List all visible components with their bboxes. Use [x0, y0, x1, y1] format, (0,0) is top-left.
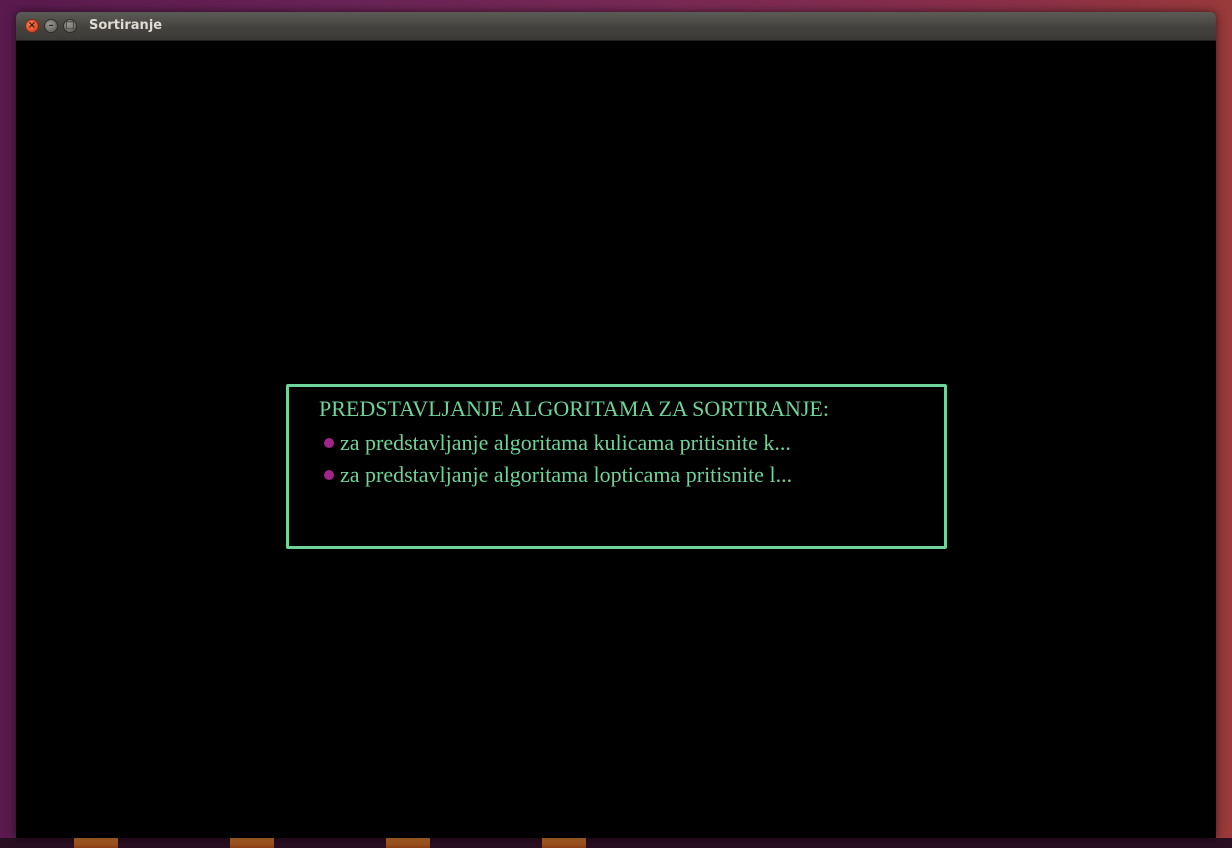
maximize-icon: □ — [65, 20, 75, 31]
dock-tile — [386, 838, 430, 848]
maximize-button[interactable]: □ — [63, 19, 77, 33]
minimize-icon: – — [48, 20, 54, 31]
window-titlebar[interactable]: × – □ Sortiranje — [16, 12, 1216, 41]
bullet-dot-icon — [324, 470, 334, 480]
dock-tile — [230, 838, 274, 848]
menu-item-label: za predstavljanje algoritama kulicama pr… — [340, 430, 791, 455]
desktop-background-strip — [0, 838, 1232, 848]
close-button[interactable]: × — [25, 19, 39, 33]
menu-item-label: za predstavljanje algoritama lopticama p… — [340, 462, 793, 487]
app-window: × – □ Sortiranje PREDSTAVLJANJE ALGORITA… — [16, 12, 1216, 838]
bullet-dot-icon — [324, 438, 334, 448]
dock-tile — [74, 838, 118, 848]
dock-tile — [542, 838, 586, 848]
menu-heading: PREDSTAVLJANJE ALGORITAMA ZA SORTIRANJE: — [319, 396, 829, 421]
window-title: Sortiranje — [89, 18, 163, 33]
minimize-button[interactable]: – — [44, 19, 58, 33]
close-icon: × — [27, 20, 37, 31]
menu-item-kulice: za predstavljanje algoritama kulicama pr… — [324, 430, 791, 456]
menu-item-loptice: za predstavljanje algoritama lopticama p… — [324, 462, 792, 488]
